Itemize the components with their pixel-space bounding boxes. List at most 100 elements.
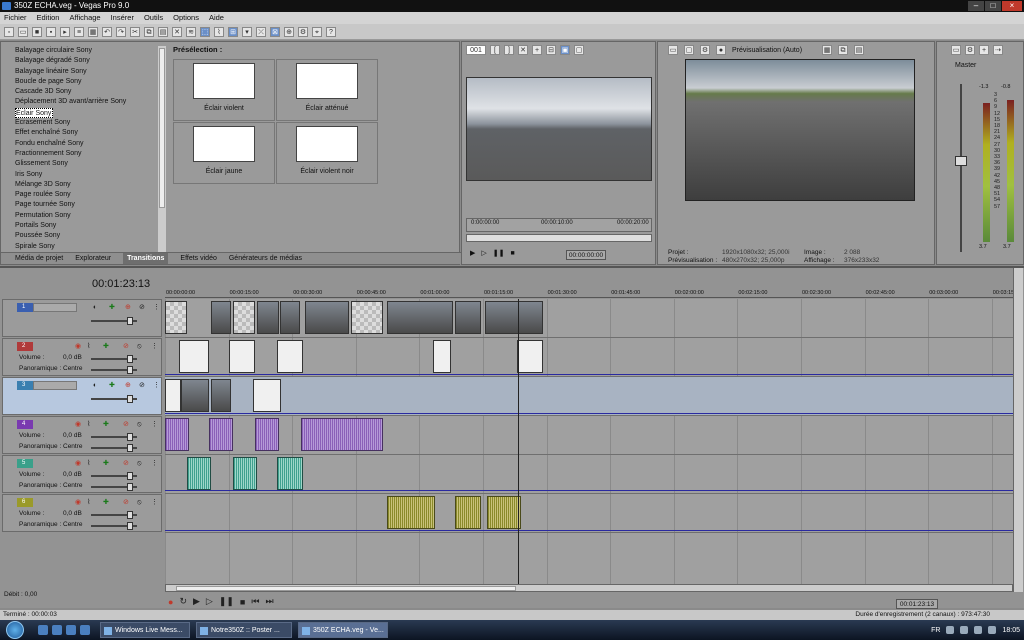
trim-split-icon[interactable]: ⊟ [546, 45, 556, 55]
trim-view2-icon[interactable]: ▢ [574, 45, 584, 55]
menu-fichier[interactable]: Fichier [4, 12, 27, 24]
volume-envelope[interactable] [165, 374, 1013, 375]
arm-record-icon[interactable]: ◉ [75, 498, 81, 507]
zoom-tool-icon[interactable]: ▾ [242, 26, 252, 37]
track-header-5[interactable]: 5 ◉ ⌇ ✚ ⊘ ⦸ ⋮ Volume : 0,0 dB Panoramique : Centre [2, 455, 162, 493]
ripple-icon[interactable]: ≋ [186, 26, 196, 37]
opacity-slider[interactable] [91, 395, 137, 403]
normal-edit-tool-icon[interactable]: ⬚ [200, 26, 210, 37]
cut-icon[interactable]: ✂ [130, 26, 140, 37]
envelope-icon[interactable]: ⌇ [87, 498, 90, 507]
pan-slider-knob[interactable] [127, 444, 133, 452]
stop-icon[interactable]: ■ [240, 597, 245, 607]
preset-eclair-attenue[interactable]: Éclair atténué [276, 59, 378, 121]
transition-list-item[interactable]: Boucle de page Sony [15, 77, 161, 87]
snapping-icon[interactable]: ⊠ [270, 26, 280, 37]
track-fx-icon[interactable]: ✚ [109, 381, 115, 390]
render-icon[interactable]: ▸ [60, 26, 70, 37]
trimmer-video-frame[interactable] [466, 77, 652, 181]
transition-list-item[interactable]: Balayage dégradé Sony [15, 56, 161, 66]
copy-snapshot-icon[interactable]: ⧉ [838, 45, 848, 55]
track-menu-icon[interactable]: ⋮ [151, 420, 158, 429]
audio-event[interactable] [277, 457, 303, 490]
transition-list-item[interactable]: Déplacement 3D avant/arrière Sony [15, 97, 161, 107]
arm-record-icon[interactable]: ◉ [75, 420, 81, 429]
track-lane-4[interactable] [165, 416, 1013, 455]
transition-list-item[interactable]: Balayage circulaire Sony [15, 46, 161, 56]
pan-slider-knob[interactable] [127, 483, 133, 491]
audio-event[interactable] [187, 457, 211, 490]
transition-list-item[interactable]: Iris Sony [15, 170, 161, 180]
volume-slider-knob[interactable] [127, 433, 133, 441]
mixer-properties-icon[interactable]: ▭ [951, 45, 961, 55]
minimize-button[interactable]: – [968, 1, 984, 11]
pan-slider[interactable] [91, 366, 137, 374]
mute-icon[interactable]: ⊘ [139, 303, 145, 312]
video-event[interactable] [277, 340, 303, 373]
track-menu-icon[interactable]: ⋮ [151, 459, 158, 468]
network-icon[interactable] [946, 626, 955, 634]
pan-slider[interactable] [91, 522, 137, 530]
playhead-cursor[interactable] [518, 299, 519, 584]
split-screen-icon[interactable]: ● [716, 45, 726, 55]
master-fader-knob[interactable] [955, 156, 967, 166]
preset-eclair-jaune[interactable]: Éclair jaune [173, 122, 275, 184]
play-from-start-icon[interactable]: ▶ [193, 596, 200, 607]
close-button[interactable]: × [1002, 1, 1022, 11]
volume-envelope[interactable] [165, 490, 1013, 491]
transition-list-item[interactable]: Fondu enchaîné Sony [15, 139, 161, 149]
timeline-horizontal-scrollbar[interactable] [165, 584, 1013, 592]
pause-icon[interactable]: ❚❚ [219, 596, 234, 607]
start-button[interactable] [6, 621, 24, 639]
paste-icon[interactable]: ▤ [158, 26, 168, 37]
trim-play-icon[interactable]: ▶ [470, 249, 475, 257]
track-fx-icon[interactable]: ✚ [103, 420, 109, 429]
trim-out-icon[interactable]: ] [504, 45, 514, 55]
ignore-grouping-icon[interactable]: ⚙ [298, 26, 308, 37]
volume-slider[interactable] [91, 433, 137, 441]
track-lane-6[interactable] [165, 494, 1013, 533]
taskbar-item-messenger[interactable]: Windows Live Mess... [100, 622, 190, 638]
track-fx-icon[interactable]: ✚ [103, 459, 109, 468]
audio-event[interactable] [233, 457, 257, 490]
video-event[interactable] [485, 301, 543, 334]
track-area[interactable] [165, 299, 1013, 584]
language-indicator[interactable]: FR [931, 627, 940, 634]
transition-list-item[interactable]: Portails Sony [15, 221, 161, 231]
volume-envelope[interactable] [165, 530, 1013, 531]
pan-slider-knob[interactable] [127, 522, 133, 530]
mixer-insert-icon[interactable]: + [979, 45, 989, 55]
video-event[interactable] [253, 379, 281, 412]
video-event[interactable] [455, 301, 481, 334]
mute-icon[interactable]: ⊘ [123, 420, 129, 429]
volume-icon[interactable] [960, 626, 969, 634]
track-header-2[interactable]: 2 ◉ ⌇ ✚ ⊘ ⦸ ⋮ Volume : 0,0 dB Panoramique : Centre [2, 338, 162, 376]
opacity-slider-knob[interactable] [127, 317, 133, 325]
track-motion-icon[interactable]: ⊕ [125, 381, 131, 390]
track-name-field[interactable] [33, 381, 77, 390]
transition-list-scrollbar[interactable] [158, 46, 166, 252]
taskbar-item-vegas[interactable]: 350Z ECHA.veg - Ve... [298, 622, 388, 638]
envelope-icon[interactable]: ⌇ [87, 342, 90, 351]
track-menu-icon[interactable]: ⋮ [151, 342, 158, 351]
track-header-3[interactable]: 3 ◐ ✚ ⊕ ⊘ ⋮ [2, 377, 162, 415]
explorer-icon[interactable]: ▦ [88, 26, 98, 37]
video-event[interactable] [211, 301, 231, 334]
mute-icon[interactable]: ⊘ [123, 498, 129, 507]
track-name-field[interactable] [33, 303, 77, 312]
preset-eclair-violent[interactable]: Éclair violent [173, 59, 275, 121]
time-ruler[interactable]: 00:00:00:00 00:00:15:00 00:00:30:00 00:00:4… [165, 288, 1022, 298]
audio-event[interactable] [209, 418, 233, 451]
video-event[interactable] [305, 301, 349, 334]
pan-slider[interactable] [91, 483, 137, 491]
audio-event[interactable] [387, 496, 435, 529]
delete-icon[interactable]: ✕ [172, 26, 182, 37]
menu-edition[interactable]: Edition [37, 12, 60, 24]
trim-in-icon[interactable]: [ [490, 45, 500, 55]
preview-properties-icon[interactable]: ▭ [668, 45, 678, 55]
trimmer-ruler[interactable]: 0:00:00:00 00:00:10:00 00:00:20:00 [466, 218, 652, 232]
audio-event[interactable] [255, 418, 279, 451]
folder-icon[interactable] [66, 625, 76, 635]
video-event[interactable] [387, 301, 453, 334]
tab-generateurs-de-medias[interactable]: Générateurs de médias [229, 253, 302, 264]
